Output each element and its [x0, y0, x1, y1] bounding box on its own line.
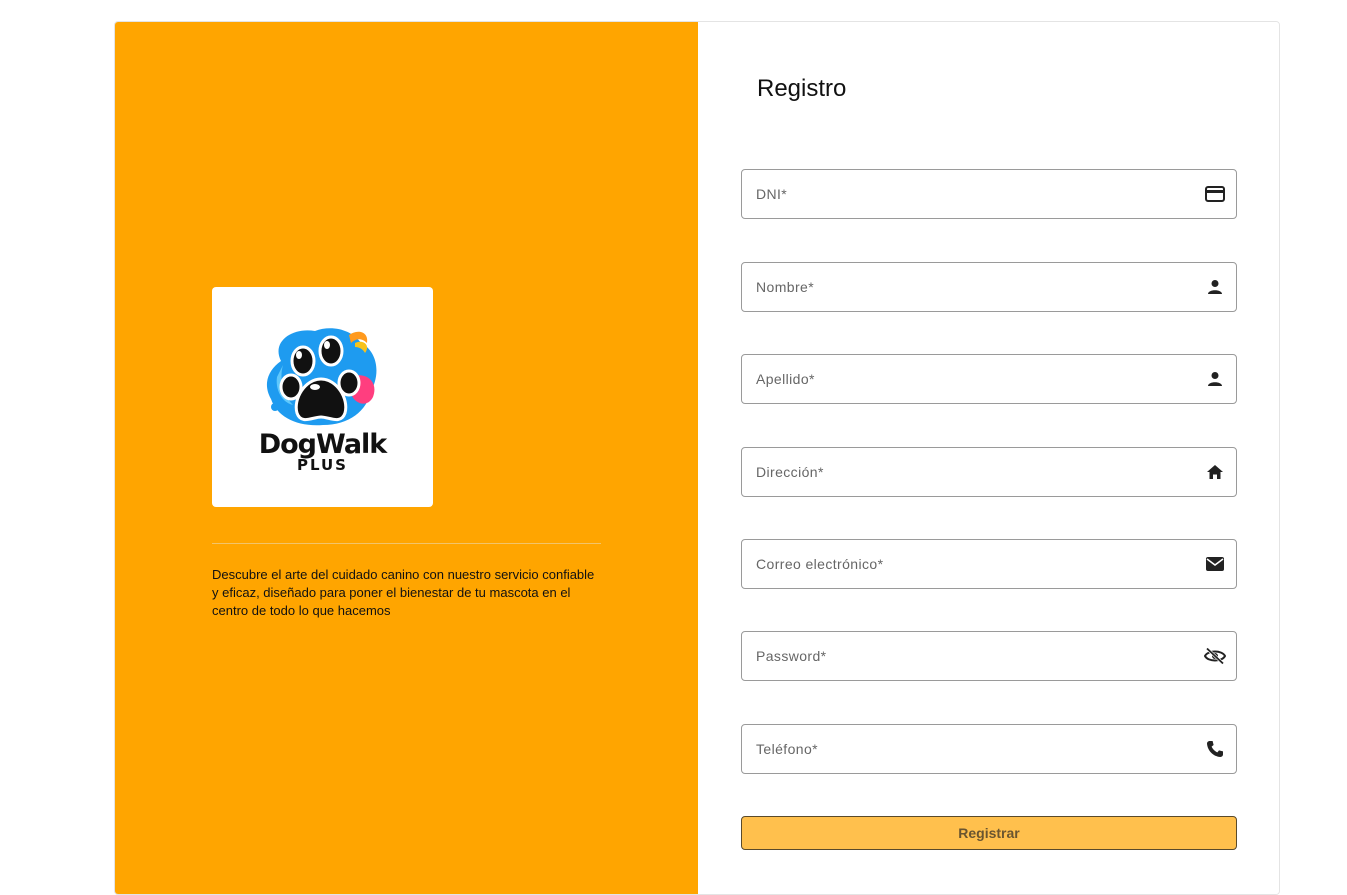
person-icon — [1204, 276, 1226, 298]
brand-panel: DogWalk PLUS Descubre el arte del cuidad… — [115, 22, 698, 894]
password-placeholder: Password* — [756, 648, 827, 664]
credit-card-icon — [1204, 183, 1226, 205]
direccion-field[interactable]: Dirección* — [741, 447, 1237, 497]
mail-icon — [1204, 553, 1226, 575]
divider — [212, 543, 601, 544]
dni-placeholder: DNI* — [756, 186, 788, 202]
logo-wordmark: DogWalk — [258, 429, 388, 460]
register-button[interactable]: Registrar — [741, 816, 1237, 850]
register-card: DogWalk PLUS Descubre el arte del cuidad… — [114, 21, 1280, 895]
apellido-field[interactable]: Apellido* — [741, 354, 1237, 404]
apellido-placeholder: Apellido* — [756, 371, 815, 387]
dni-field[interactable]: DNI* — [741, 169, 1237, 219]
paw-logo-icon — [266, 328, 376, 426]
brand-description: Descubre el arte del cuidado canino con … — [212, 567, 595, 618]
telefono-placeholder: Teléfono* — [756, 741, 818, 757]
person-icon — [1204, 368, 1226, 390]
direccion-placeholder: Dirección* — [756, 464, 824, 480]
nombre-placeholder: Nombre* — [756, 279, 815, 295]
nombre-field[interactable]: Nombre* — [741, 262, 1237, 312]
password-field[interactable]: Password* — [741, 631, 1237, 681]
logo-subtitle: PLUS — [296, 456, 348, 474]
telefono-field[interactable]: Teléfono* — [741, 724, 1237, 774]
form-title: Registro — [757, 75, 847, 102]
logo: DogWalk PLUS — [212, 287, 433, 507]
eye-off-icon[interactable] — [1204, 645, 1226, 667]
email-placeholder: Correo electrónico* — [756, 556, 884, 572]
email-field[interactable]: Correo electrónico* — [741, 539, 1237, 589]
form-panel: Registro DNI* Nombre* Apellido* Direcció… — [698, 22, 1279, 894]
phone-icon — [1204, 738, 1226, 760]
home-icon — [1204, 461, 1226, 483]
